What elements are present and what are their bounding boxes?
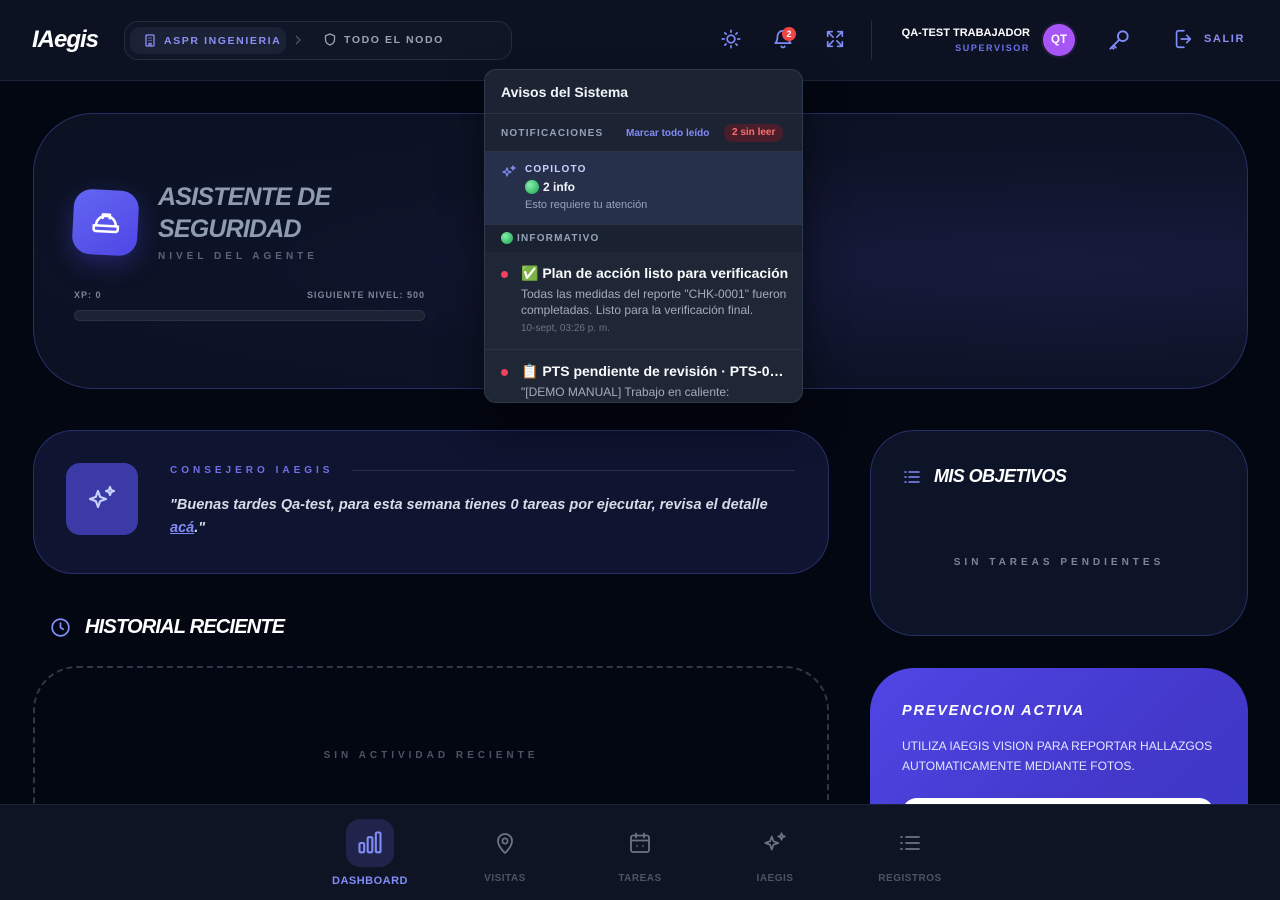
nav-label-dashboard: DASHBOARD: [332, 875, 408, 887]
unread-badge: 2 sin leer: [724, 124, 784, 142]
hero-icon-tile: [71, 188, 140, 257]
theme-toggle-button[interactable]: [720, 28, 742, 50]
history-title: HISTORIAL RECIENTE: [85, 616, 285, 638]
notification-body: Todas las medidas del reporte "CHK-0001"…: [521, 287, 787, 317]
advisor-label: CONSEJERO IAEGIS: [170, 465, 334, 476]
shield-icon: [324, 33, 336, 46]
sun-icon: [721, 29, 741, 49]
advisor-text: "Buenas tardes Qa-test, para esta semana…: [170, 497, 768, 513]
hero-title: ASISTENTE DE SEGURIDAD: [158, 181, 398, 245]
nav-label-registros: REGISTROS: [878, 873, 942, 884]
history-header: HISTORIAL RECIENTE: [50, 616, 285, 639]
copilot-info-text: 2 info: [543, 180, 575, 194]
copilot-description: Esto requiere tu atención: [525, 199, 648, 211]
chevron-right-icon: [294, 34, 302, 46]
nav-item-iaegis[interactable]: IAEGIS: [715, 805, 835, 900]
notification-title: ✅ Plan de acción listo para verificación: [521, 265, 789, 281]
goals-card: [870, 430, 1248, 636]
logout-label: SALIR: [1204, 33, 1245, 45]
building-icon: [145, 34, 155, 47]
notifications-title: Avisos del Sistema: [485, 70, 802, 114]
logout-icon: [1175, 29, 1192, 49]
nav-label-visitas: VISITAS: [484, 873, 526, 884]
sparkles-icon: [501, 164, 517, 180]
mark-all-read-link[interactable]: Marcar todo leído: [626, 128, 709, 139]
clock-icon: [51, 618, 70, 637]
breadcrumb: ASPR INGENIERIA TODO EL NODO: [124, 21, 512, 60]
advisor-divider: [352, 470, 795, 471]
advisor-message: "Buenas tardes Qa-test, para esta semana…: [170, 494, 790, 540]
xp-progress-bar: [74, 310, 425, 321]
notification-group-label: INFORMATIVO: [485, 225, 802, 252]
change-password-button[interactable]: [1106, 27, 1132, 53]
user-role: SUPERVISOR: [955, 43, 1030, 53]
nav-item-visitas[interactable]: VISITAS: [445, 805, 565, 900]
green-circle-icon: [525, 180, 539, 194]
bar-chart-icon: [358, 831, 382, 854]
copilot-name: COPILOTO: [525, 164, 587, 175]
copilot-summary[interactable]: COPILOTO 2 info Esto requiere tu atenció…: [485, 152, 802, 225]
goals-empty-text: SIN TAREAS PENDIENTES: [953, 557, 1165, 568]
advisor-icon-tile: [66, 463, 138, 535]
breadcrumb-node-label: TODO EL NODO: [344, 33, 444, 46]
breadcrumb-company-label: ASPR INGENIERIA: [164, 34, 282, 47]
green-circle-icon: [501, 232, 513, 244]
notifications-section-label: NOTIFICACIONES: [501, 128, 604, 139]
user-name: QA-TEST TRABAJADOR: [901, 27, 1030, 39]
nav-item-registros[interactable]: REGISTROS: [850, 805, 970, 900]
nav-item-dashboard[interactable]: DASHBOARD: [310, 805, 430, 900]
hero-subtitle: NIVEL DEL AGENTE: [158, 251, 318, 262]
notifications-header: NOTIFICACIONES Marcar todo leído 2 sin l…: [485, 114, 802, 152]
goals-title: MIS OBJETIVOS: [934, 466, 1067, 486]
sparkles-icon: [764, 832, 786, 851]
map-pin-icon: [497, 833, 513, 854]
next-level-label: SIGUIENTE NIVEL: 500: [306, 290, 425, 300]
notification-time: 10-sept, 03:26 p. m.: [521, 323, 610, 334]
topbar-divider: [871, 20, 872, 60]
unread-dot: [501, 271, 508, 278]
fullscreen-button[interactable]: [824, 28, 846, 50]
advisor-text-end: .": [194, 520, 206, 536]
bottom-navigation: DASHBOARD VISITAS TAREAS IAEGIS REGISTRO…: [0, 804, 1280, 900]
notification-title: 📋 PTS pendiente de revisión · PTS-0001: [521, 363, 791, 379]
nav-label-tareas: TAREAS: [618, 873, 662, 884]
copilot-info: 2 info: [525, 180, 575, 194]
list-icon: [900, 836, 920, 850]
logout-button[interactable]: SALIR: [1172, 28, 1245, 50]
prevention-title: PREVENCION ACTIVA: [902, 703, 1085, 719]
hero-title-line1: ASISTENTE DE: [158, 183, 331, 211]
nav-item-tareas[interactable]: TAREAS: [580, 805, 700, 900]
breadcrumb-company[interactable]: ASPR INGENIERIA: [130, 27, 286, 54]
prevention-text: UTILIZA IAEGIS VISION PARA REPORTAR HALL…: [902, 739, 1213, 773]
history-empty-text: SIN ACTIVIDAD RECIENTE: [323, 750, 539, 761]
notification-item[interactable]: 📋 PTS pendiente de revisión · PTS-0001 "…: [485, 350, 802, 402]
notification-body: "[DEMO MANUAL] Trabajo en caliente:: [521, 385, 730, 399]
notifications-panel: Avisos del Sistema NOTIFICACIONES Marcar…: [484, 69, 803, 403]
sparkles-icon: [88, 485, 116, 509]
breadcrumb-node[interactable]: TODO EL NODO: [324, 33, 444, 46]
xp-label: XP: 0: [74, 290, 102, 300]
helmet-icon: [91, 212, 119, 233]
avatar[interactable]: QT: [1043, 24, 1075, 56]
group-label-text: INFORMATIVO: [517, 232, 600, 244]
list-icon: [904, 470, 920, 483]
nav-label-iaegis: IAEGIS: [756, 873, 794, 884]
notification-item[interactable]: ✅ Plan de acción listo para verificación…: [485, 252, 802, 350]
goals-header: MIS OBJETIVOS: [904, 466, 1067, 487]
advisor-detail-link[interactable]: acá: [170, 520, 194, 536]
calendar-icon: [630, 832, 650, 853]
hero-title-line2: SEGURIDAD: [158, 215, 302, 243]
expand-icon: [826, 30, 844, 48]
notification-count-badge: 2: [782, 27, 796, 41]
key-icon: [1109, 30, 1129, 50]
unread-dot: [501, 369, 508, 376]
app-logo[interactable]: IAegis: [32, 26, 99, 54]
